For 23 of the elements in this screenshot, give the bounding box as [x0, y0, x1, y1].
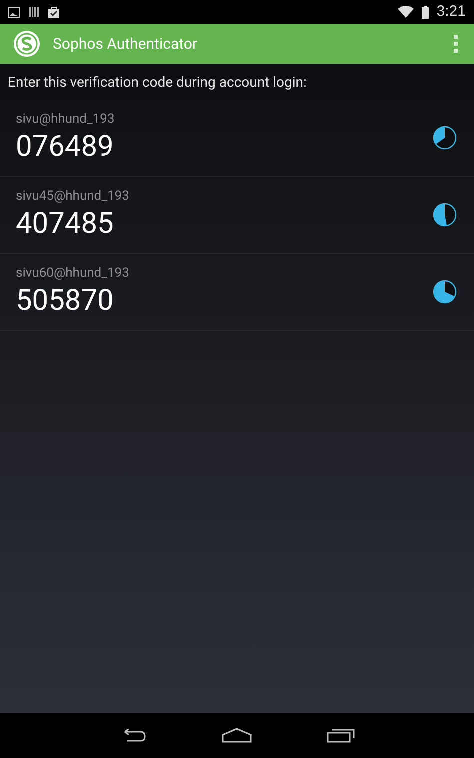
wifi-icon — [398, 6, 414, 18]
account-name: sivu@hhund_193 — [16, 111, 116, 129]
battery-icon — [422, 6, 429, 18]
account-name: sivu45@hhund_193 — [16, 188, 130, 206]
verification-code: 076489 — [16, 129, 115, 165]
account-name: sivu60@hhund_193 — [16, 265, 130, 283]
verification-code: 505870 — [16, 283, 115, 319]
verification-code: 407485 — [16, 206, 115, 242]
sophos-logo-icon — [13, 30, 41, 58]
recent-apps-icon[interactable] — [327, 728, 355, 743]
instruction-text: Enter this verification code during account login: — [7, 74, 308, 93]
account-row[interactable]: sivu45@hhund_193 407485 — [0, 177, 474, 254]
countdown-timer-icon — [432, 202, 458, 228]
account-row[interactable]: sivu60@hhund_193 505870 — [0, 254, 474, 331]
barcode-notification-icon — [28, 6, 40, 18]
app-title: Sophos Authenticator — [53, 34, 199, 55]
shopping-bag-icon — [48, 6, 60, 18]
home-icon[interactable] — [222, 728, 252, 743]
account-row[interactable]: sivu@hhund_193 076489 — [0, 100, 474, 177]
countdown-timer-icon — [432, 125, 458, 151]
picture-notification-icon — [8, 6, 20, 18]
countdown-timer-icon — [432, 279, 458, 305]
status-time: 3:21 — [436, 2, 466, 22]
